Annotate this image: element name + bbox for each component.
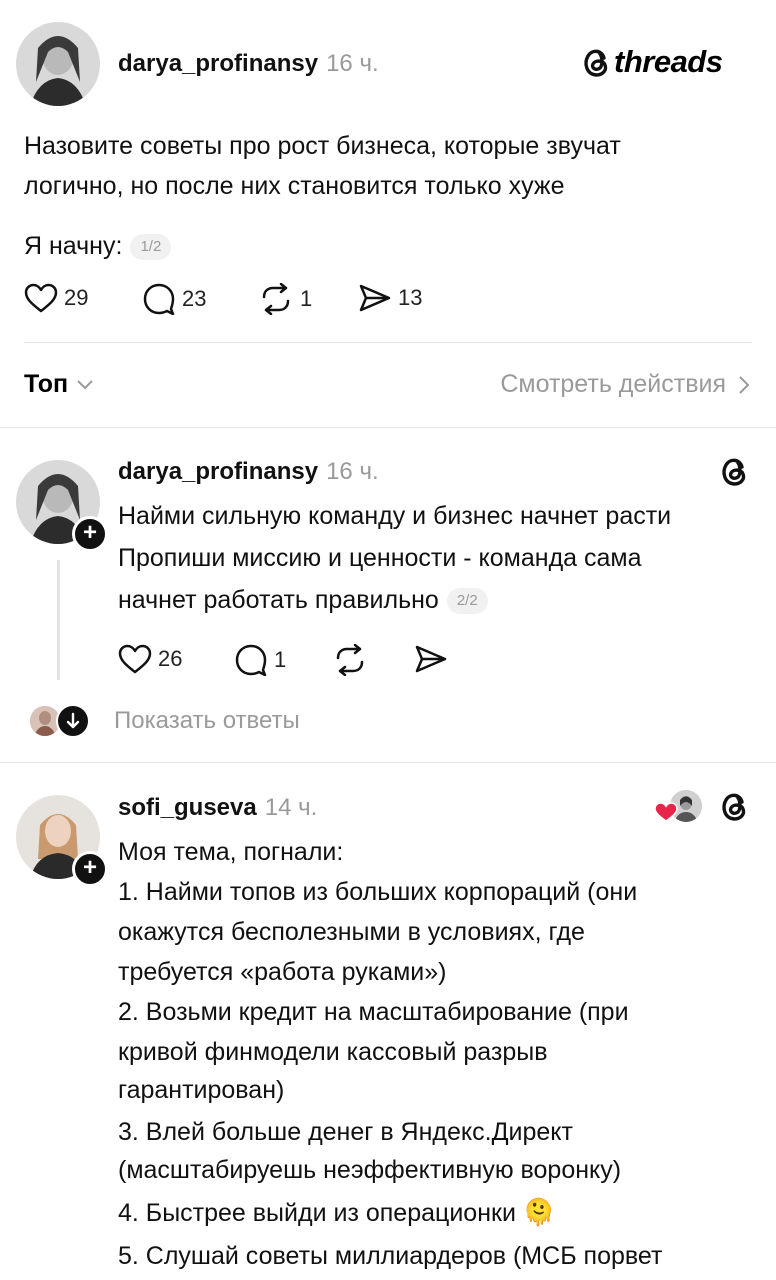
comment-button[interactable]: 1: [234, 644, 286, 676]
thread-counter: 2/2: [446, 588, 488, 615]
post-intro-text: Я начну:: [24, 232, 123, 260]
share-button[interactable]: 13: [358, 283, 422, 313]
send-icon: [415, 645, 447, 673]
comment-button[interactable]: 23: [142, 283, 206, 315]
reply-text-line-10: 4. Быстрее выйди из операционки 🫠: [118, 1192, 555, 1233]
heart-icon: [24, 283, 58, 313]
reply-text-line-5: 2. Возьми кредит на масштабирование (при: [118, 998, 629, 1026]
reply-text-line-8: 3. Влей больше денег в Яндекс.Директ: [118, 1118, 573, 1146]
heart-icon: [654, 802, 678, 822]
reply-text-line-10-text: 4. Быстрее выйди из операционки: [118, 1199, 516, 1227]
reply-time: 14 ч.: [264, 794, 318, 821]
show-replies-label: Показать ответы: [114, 707, 300, 734]
like-count: 29: [64, 285, 89, 310]
chevron-right-icon: [739, 375, 750, 394]
sort-dropdown[interactable]: Топ: [24, 370, 94, 399]
reply-text-line-3: начнет работать правильно 2/2: [118, 580, 488, 620]
reply-author[interactable]: sofi_guseva 14 ч.: [118, 794, 317, 822]
threads-icon: [584, 49, 608, 77]
show-replies-button[interactable]: Показать ответы: [28, 704, 300, 738]
divider: [24, 342, 752, 343]
follow-plus-icon[interactable]: +: [72, 851, 108, 887]
reply-text-line-1: Найми сильную команду и бизнес начнет ра…: [118, 502, 672, 530]
chevron-down-icon: [77, 379, 93, 389]
view-activity-link[interactable]: Смотреть действия: [500, 370, 750, 399]
share-count: 13: [398, 285, 423, 310]
reply-text-line-2: 1. Найми топов из больших корпораций (он…: [118, 878, 638, 906]
post-text-line-2: логично, но после них становится только …: [24, 172, 565, 200]
post-text-line-1: Назовите советы про рост бизнеса, которы…: [24, 132, 621, 160]
repost-icon: [262, 283, 290, 315]
reply-text-line-2: Пропиши миссию и ценности - команда сама: [118, 544, 642, 572]
follow-plus-icon[interactable]: +: [72, 516, 108, 552]
comment-icon: [235, 644, 267, 676]
like-count: 26: [158, 646, 183, 671]
arrow-down-icon: [56, 704, 90, 738]
thread-counter: 1/2: [130, 234, 172, 261]
like-button[interactable]: 29: [24, 283, 88, 313]
comment-count: 23: [182, 286, 207, 311]
avatar[interactable]: [16, 22, 100, 106]
reply-author[interactable]: darya_profinansy 16 ч.: [118, 458, 379, 486]
share-button[interactable]: [414, 644, 448, 674]
heart-icon: [118, 644, 152, 674]
post-intro: Я начну: 1/2: [24, 226, 172, 266]
view-activity-label: Смотреть действия: [500, 370, 726, 398]
username[interactable]: sofi_guseva: [118, 794, 257, 821]
like-button[interactable]: 26: [118, 644, 182, 674]
username[interactable]: darya_profinansy: [118, 50, 318, 77]
reply-text-line-6: кривой финмодели кассовый разрыв: [118, 1038, 548, 1066]
melting-face-emoji: 🫠: [522, 1197, 556, 1227]
threads-logo[interactable]: threads: [580, 44, 723, 80]
repost-count: 1: [300, 286, 313, 311]
threads-icon[interactable]: [718, 788, 750, 824]
reply-text-line-7: гарантирован): [118, 1076, 285, 1104]
threads-wordmark: threads: [614, 44, 723, 79]
repost-icon: [336, 644, 364, 676]
reply-text-line-1: Моя тема, погнали:: [118, 838, 344, 866]
reply-text-line-3-text: начнет работать правильно: [118, 586, 439, 614]
reply-text-line-3: окажутся бесполезными в условиях, где: [118, 918, 585, 946]
liked-by-author-badge: [654, 788, 706, 824]
reply-text-line-11: 5. Слушай советы миллиардеров (МСБ порве…: [118, 1242, 663, 1270]
comment-count: 1: [274, 647, 287, 672]
reply-text-line-9: (масштабируешь неэффективную воронку): [118, 1156, 622, 1184]
send-icon: [359, 284, 391, 312]
divider: [0, 762, 776, 763]
reply-text-line-4: требуется «работа руками»): [118, 958, 447, 986]
post-author[interactable]: darya_profinansy 16 ч.: [118, 50, 379, 78]
thread-line: [57, 560, 60, 680]
comment-icon: [143, 283, 175, 315]
post-time: 16 ч.: [326, 50, 379, 77]
sort-label: Топ: [24, 370, 69, 398]
repost-button[interactable]: [332, 644, 368, 676]
repost-button[interactable]: 1: [258, 283, 312, 315]
username[interactable]: darya_profinansy: [118, 458, 318, 485]
threads-icon[interactable]: [718, 453, 750, 489]
divider: [0, 427, 776, 428]
reply-time: 16 ч.: [326, 458, 379, 485]
